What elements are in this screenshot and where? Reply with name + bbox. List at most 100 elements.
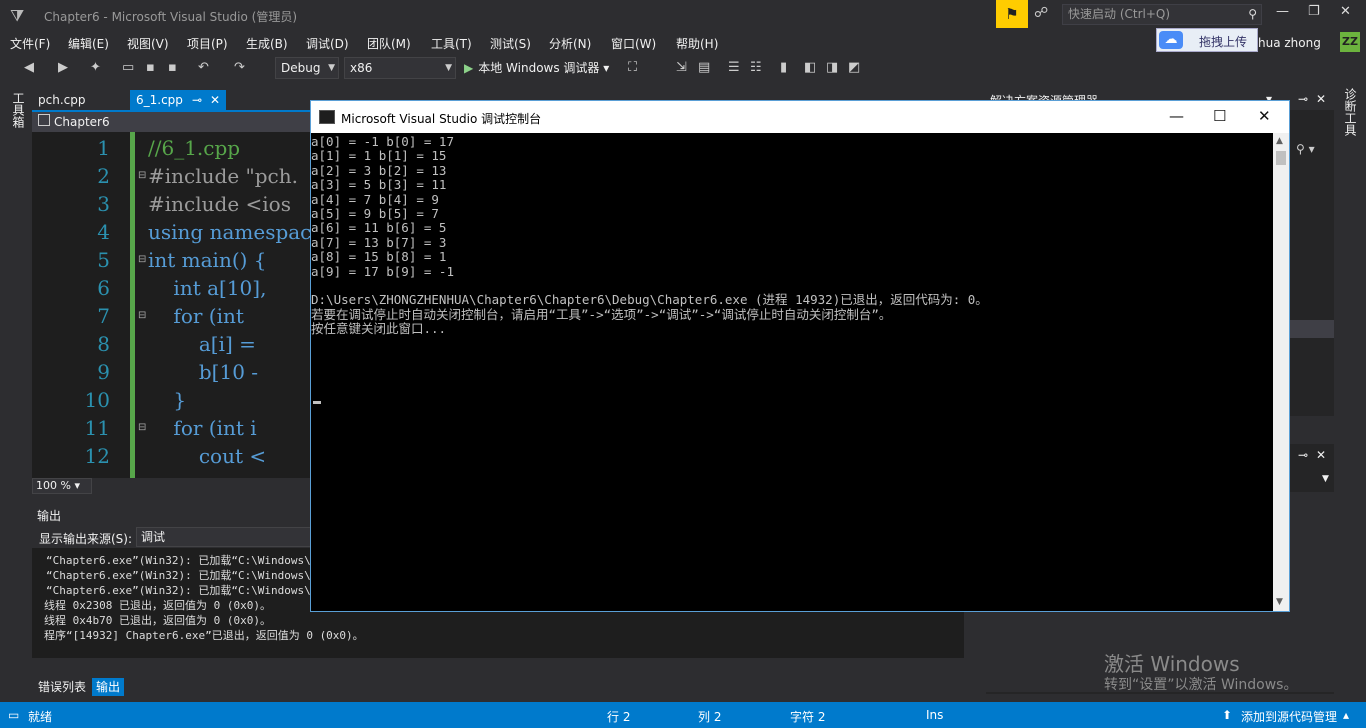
tab-error-list[interactable]: 错误列表 — [34, 678, 90, 696]
zoom-select[interactable]: 100 % ▾ — [32, 478, 92, 494]
quick-launch-input[interactable]: 快速启动 (Ctrl+Q) ⚲ — [1062, 4, 1262, 25]
console-title-bar[interactable]: Microsoft Visual Studio 调试控制台 — ☐ ✕ — [311, 101, 1289, 133]
upload-arrow-icon[interactable]: ⬆ — [1222, 708, 1232, 722]
code-line[interactable]: #include "pch. — [148, 164, 298, 188]
new-project-icon[interactable]: ✦ — [90, 60, 101, 75]
search-icon[interactable]: ⚲ ▾ — [1296, 142, 1315, 156]
clear-bookmarks-icon[interactable]: ◩ — [848, 60, 860, 75]
code-line[interactable]: //6_1.cpp — [148, 136, 240, 160]
navigate-back-icon[interactable]: ◀ — [24, 60, 34, 75]
fold-toggle-icon[interactable]: ⊟ — [138, 422, 146, 433]
console-output[interactable]: a[0] = -1 b[0] = 17 a[1] = 1 b[1] = 15 a[2… — [311, 133, 1273, 611]
pin-icon[interactable]: ⊸ — [192, 90, 202, 110]
solution-platform-select[interactable]: x86 ▼ — [344, 57, 456, 79]
redo-icon[interactable]: ↷ — [234, 60, 245, 75]
code-line[interactable]: } — [148, 388, 186, 412]
undo-icon[interactable]: ↶ — [198, 60, 209, 75]
menu-team[interactable]: 团队(M) — [367, 35, 411, 52]
menu-edit[interactable]: 编辑(E) — [68, 35, 109, 52]
tab-output[interactable]: 输出 — [92, 678, 125, 696]
maximize-button[interactable]: ❐ — [1308, 4, 1320, 19]
close-icon[interactable]: ✕ — [1316, 448, 1326, 462]
feedback-icon[interactable]: ☍ — [1034, 5, 1048, 21]
next-bookmark-icon[interactable]: ◨ — [826, 60, 838, 75]
uncomment-icon[interactable]: ☷ — [750, 60, 762, 75]
scope-dropdown[interactable]: Chapter6 — [32, 112, 312, 132]
debug-console-window[interactable]: Microsoft Visual Studio 调试控制台 — ☐ ✕ a[0]… — [310, 100, 1290, 612]
console-close-button[interactable]: ✕ — [1258, 107, 1271, 125]
chevron-up-icon[interactable]: ▴ — [1343, 708, 1349, 722]
console-line: a[6] = 11 b[6] = 5 — [311, 220, 447, 236]
open-file-icon[interactable]: ▭ — [122, 60, 134, 75]
scope-label: Chapter6 — [54, 115, 110, 129]
drag-upload-button[interactable]: ☁ 拖拽上传 — [1156, 28, 1258, 52]
output-source-label: 显示输出来源(S): — [39, 532, 133, 546]
code-line[interactable]: using namespac — [148, 220, 311, 244]
notification-flag-icon[interactable]: ⚑ — [996, 0, 1028, 28]
navigate-forward-icon[interactable]: ▶ — [58, 60, 68, 75]
code-line[interactable]: int main() { — [148, 248, 267, 272]
source-control-button[interactable]: 添加到源代码管理 — [1241, 708, 1337, 725]
tab-6-1-cpp[interactable]: 6_1.cpp ⊸ ✕ — [130, 90, 226, 110]
fold-toggle-icon[interactable]: ⊟ — [138, 254, 146, 265]
console-line: a[4] = 7 b[4] = 9 — [311, 191, 439, 207]
code-line[interactable]: a[i] = — [148, 332, 256, 356]
close-tab-icon[interactable]: ✕ — [210, 90, 220, 110]
menu-project[interactable]: 项目(P) — [187, 35, 228, 52]
menu-help[interactable]: 帮助(H) — [676, 35, 718, 52]
console-minimize-button[interactable]: — — [1169, 107, 1184, 125]
console-maximize-button[interactable]: ☐ — [1213, 107, 1226, 125]
scroll-down-icon[interactable]: ▼ — [1276, 597, 1283, 607]
chevron-down-icon[interactable]: ▼ — [1322, 474, 1329, 484]
attach-icon[interactable]: ⛶ — [628, 60, 637, 75]
close-button[interactable]: ✕ — [1340, 4, 1351, 19]
console-line: 若要在调试停止时自动关闭控制台，请启用“工具”->“选项”->“调试”->“调试… — [311, 306, 892, 322]
upload-label: 拖拽上传 — [1199, 35, 1248, 49]
step-icon[interactable]: ⇲ — [676, 60, 687, 75]
save-icon[interactable]: ▪ — [146, 60, 155, 75]
save-all-icon[interactable]: ▪ — [168, 60, 177, 75]
menu-view[interactable]: 视图(V) — [127, 35, 169, 52]
prev-bookmark-icon[interactable]: ◧ — [804, 60, 816, 75]
menu-debug[interactable]: 调试(D) — [306, 35, 349, 52]
pin-icon[interactable]: ⊸ — [1298, 448, 1308, 462]
line-number: 5 — [97, 248, 110, 272]
close-icon[interactable]: ✕ — [1316, 92, 1326, 106]
menu-analyze[interactable]: 分析(N) — [549, 35, 591, 52]
comment-icon[interactable]: ☰ — [728, 60, 740, 75]
minimize-button[interactable]: — — [1276, 4, 1289, 19]
user-name[interactable]: hua zhong — [1258, 36, 1321, 50]
output-source-select[interactable]: 调试 — [136, 527, 336, 547]
console-line: a[7] = 13 b[7] = 3 — [311, 234, 447, 250]
diagnostics-strip[interactable]: 诊断工具 — [1336, 82, 1366, 702]
code-line[interactable]: #include <ios — [148, 192, 291, 216]
start-debugging-button[interactable]: ▶ 本地 Windows 调试器 ▾ — [464, 59, 609, 76]
console-scrollbar[interactable]: ▲ ▼ — [1273, 133, 1289, 611]
breakpoints-icon[interactable]: ▤ — [698, 60, 710, 75]
change-tracking-bar — [130, 132, 135, 478]
code-line[interactable]: b[10 - — [148, 360, 258, 384]
pin-icon[interactable]: ⊸ — [1298, 92, 1308, 106]
tab-pch-cpp[interactable]: pch.cpp — [32, 90, 128, 110]
activation-watermark-title: 激活 Windows — [1104, 652, 1240, 676]
avatar[interactable]: ZZ — [1340, 32, 1360, 52]
scroll-up-icon[interactable]: ▲ — [1276, 136, 1283, 146]
fold-toggle-icon[interactable]: ⊟ — [138, 170, 146, 181]
bookmark-icon[interactable]: ▮ — [780, 60, 787, 75]
code-line[interactable]: cout < — [148, 444, 266, 468]
console-line: a[5] = 9 b[5] = 7 — [311, 206, 439, 221]
code-line[interactable]: int a[10], — [148, 276, 266, 300]
fold-toggle-icon[interactable]: ⊟ — [138, 310, 146, 321]
scroll-thumb[interactable] — [1276, 151, 1286, 165]
menu-build[interactable]: 生成(B) — [246, 35, 288, 52]
toolbox-strip[interactable]: 工具箱 — [0, 82, 32, 702]
menu-window[interactable]: 窗口(W) — [611, 35, 656, 52]
menu-tools[interactable]: 工具(T) — [431, 35, 472, 52]
menu-test[interactable]: 测试(S) — [490, 35, 531, 52]
cloud-icon: ☁ — [1159, 31, 1183, 49]
code-line[interactable]: for (int i — [148, 416, 256, 440]
code-line[interactable]: for (int — [148, 304, 250, 328]
selected-tree-item[interactable] — [1290, 320, 1334, 338]
solution-configuration-select[interactable]: Debug ▼ — [275, 57, 339, 79]
menu-file[interactable]: 文件(F) — [10, 35, 50, 52]
